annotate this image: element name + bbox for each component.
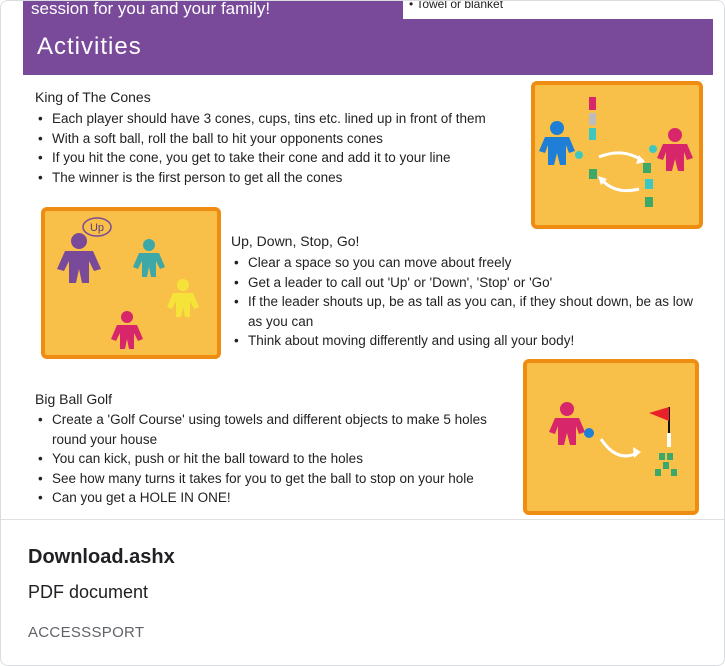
up-down-stop-go-illustration: Up — [41, 207, 221, 359]
previous-section-strip: session for you and your family! • Towel… — [23, 1, 713, 23]
list-item: You can kick, push or hit the ball towar… — [35, 449, 515, 469]
file-name[interactable]: Download.ashx — [28, 546, 175, 569]
file-source: ACCESSSPORT — [28, 624, 145, 641]
king-of-the-cones-illustration — [531, 81, 703, 229]
up-down-stop-go-list: Clear a space so you can move about free… — [231, 253, 701, 351]
list-item: Each player should have 3 cones, cups, t… — [35, 109, 535, 129]
previous-section-text: session for you and your family! — [31, 1, 271, 18]
section-title-up-down-stop-go: Up, Down, Stop, Go! — [231, 233, 360, 249]
list-item: See how many turns it takes for you to g… — [35, 469, 515, 489]
pdf-page: session for you and your family! • Towel… — [23, 1, 713, 519]
list-item: Can you get a HOLE IN ONE! — [35, 488, 515, 508]
speech-bubble-text: Up — [90, 222, 104, 234]
list-item: Think about moving differently and using… — [231, 331, 701, 351]
list-item: With a soft ball, roll the ball to hit y… — [35, 129, 535, 149]
file-info[interactable]: Download.ashx PDF document ACCESSSPORT — [1, 519, 724, 665]
document-preview[interactable]: session for you and your family! • Towel… — [1, 1, 724, 519]
activities-heading: Activities — [37, 33, 142, 60]
players-group-icon: Up — [57, 217, 199, 349]
golf-flag-icon — [549, 402, 677, 476]
big-ball-golf-illustration — [523, 359, 699, 515]
cones-game-icon — [539, 97, 693, 207]
big-ball-golf-list: Create a 'Golf Course' using towels and … — [35, 410, 515, 508]
list-item: Create a 'Golf Course' using towels and … — [35, 410, 515, 449]
king-of-the-cones-list: Each player should have 3 cones, cups, t… — [35, 109, 535, 187]
section-title-big-ball-golf: Big Ball Golf — [35, 391, 113, 407]
file-type: PDF document — [28, 582, 149, 602]
list-item: The winner is the first person to get al… — [35, 168, 535, 188]
list-item: Get a leader to call out 'Up' or 'Down',… — [231, 273, 701, 293]
list-item: If you hit the cone, you get to take the… — [35, 148, 535, 168]
equipment-list-item: • Towel or blanket — [403, 1, 713, 19]
list-item: If the leader shouts up, be as tall as y… — [231, 292, 701, 331]
list-item: Clear a space so you can move about free… — [231, 253, 701, 273]
activities-banner: Activities — [23, 23, 713, 75]
section-title-king-of-the-cones: King of The Cones — [35, 89, 151, 105]
file-result-card[interactable]: session for you and your family! • Towel… — [0, 0, 725, 666]
